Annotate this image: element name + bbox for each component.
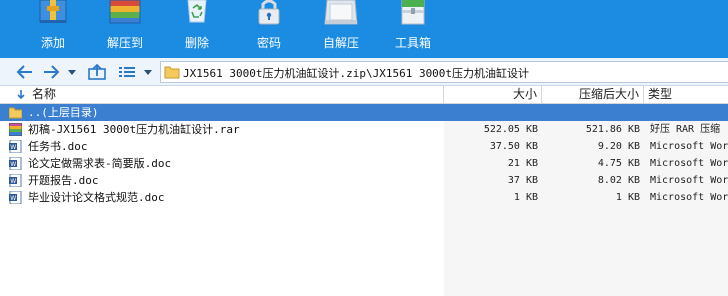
file-row[interactable]: 初稿-JX1561 3000t压力机油缸设计.rar 522.05 KB 521… [0, 121, 728, 138]
file-size [444, 104, 538, 121]
file-type: Microsoft Wor [650, 158, 728, 169]
doc-file-icon: W [9, 191, 22, 204]
recycle-bin-icon [187, 0, 207, 23]
toolbox-button[interactable]: 工具箱 [384, 0, 442, 58]
file-packed-size: 4.75 KB [597, 158, 640, 169]
file-list: ..(上层目录) 初稿-JX1561 3000t压力机油缸设计.rar 522.… [0, 104, 728, 296]
extract-archive-icon [109, 0, 141, 24]
back-arrow-icon [16, 65, 32, 79]
add-button[interactable]: 添加 [24, 0, 82, 58]
column-type-header[interactable]: 类型 [644, 86, 728, 104]
password-label: 密码 [256, 36, 281, 50]
file-size: 37.50 KB [489, 141, 538, 152]
file-type: Microsoft Wor [650, 141, 728, 152]
forward-button[interactable] [40, 62, 62, 82]
svg-text:W: W [10, 144, 16, 151]
chevron-down-icon [144, 70, 152, 75]
rar-archive-icon [9, 123, 22, 136]
back-button[interactable] [14, 62, 36, 82]
delete-button[interactable]: 删除 [168, 0, 226, 58]
doc-file-icon: W [9, 174, 22, 187]
svg-text:W: W [10, 178, 16, 185]
file-size: 21 KB [507, 158, 538, 169]
file-name: 初稿-JX1561 3000t压力机油缸设计.rar [28, 123, 240, 136]
toolbox-icon [401, 0, 425, 25]
path-field[interactable]: JX1561 3000t压力机油缸设计.zip\JX1561 3000t压力机油… [160, 61, 728, 83]
doc-file-icon: W [9, 140, 22, 153]
column-size-header[interactable]: 大小 [444, 86, 542, 104]
toolbox-label: 工具箱 [394, 36, 431, 50]
column-packed-label: 压缩后大小 [578, 87, 639, 101]
forward-arrow-icon [44, 65, 60, 79]
toolbar: 添加 解压到 删除 密码 自解压 工具箱 [0, 0, 728, 58]
sort-down-icon [17, 90, 25, 100]
up-level-button[interactable] [86, 62, 108, 82]
file-name: 论文定做需求表-简要版.doc [28, 157, 172, 170]
file-packed-size [542, 104, 640, 121]
svg-text:W: W [10, 195, 16, 202]
view-mode-dropdown[interactable] [142, 62, 154, 82]
file-size: 1 KB [513, 192, 538, 203]
self-extract-button[interactable]: 自解压 [312, 0, 370, 58]
delete-label: 删除 [184, 36, 209, 50]
parent-directory-row[interactable]: ..(上层目录) [0, 104, 728, 121]
folder-up-icon [9, 107, 22, 119]
path-text: JX1561 3000t压力机油缸设计.zip\JX1561 3000t压力机油… [183, 67, 530, 80]
file-type [650, 104, 728, 121]
file-row[interactable]: W 任务书.doc 37.50 KB 9.20 KB Microsoft Wor [0, 138, 728, 155]
self-extract-label: 自解压 [322, 36, 359, 50]
column-size-label: 大小 [512, 87, 537, 101]
column-packed-header[interactable]: 压缩后大小 [542, 86, 644, 104]
file-packed-size: 1 KB [615, 192, 640, 203]
column-name-label: 名称 [32, 87, 57, 101]
svg-text:W: W [10, 161, 16, 168]
file-name: ..(上层目录) [28, 106, 99, 119]
extract-to-label: 解压到 [106, 36, 143, 50]
file-row[interactable]: W 开题报告.doc 37 KB 8.02 KB Microsoft Wor [0, 172, 728, 189]
column-header: 名称 大小 压缩后大小 类型 [0, 86, 728, 104]
file-row[interactable]: W 论文定做需求表-简要版.doc 21 KB 4.75 KB Microsof… [0, 155, 728, 172]
file-packed-size: 521.86 KB [585, 124, 640, 135]
address-bar: JX1561 3000t压力机油缸设计.zip\JX1561 3000t压力机油… [0, 58, 728, 86]
file-packed-size: 8.02 KB [597, 175, 640, 186]
password-button[interactable]: 密码 [240, 0, 298, 58]
add-archive-icon [39, 0, 67, 23]
chevron-down-icon [68, 70, 76, 75]
file-name: 毕业设计论文格式规范.doc [28, 191, 165, 204]
history-dropdown[interactable] [66, 62, 78, 82]
file-type: Microsoft Wor [650, 192, 728, 203]
add-label: 添加 [40, 36, 65, 50]
file-size: 37 KB [507, 175, 538, 186]
list-view-icon [119, 67, 135, 77]
up-folder-icon [88, 63, 106, 80]
file-packed-size: 9.20 KB [597, 141, 640, 152]
lock-icon [258, 0, 280, 25]
file-type: 好压 RAR 压缩 [650, 124, 721, 135]
self-extract-icon [324, 0, 358, 25]
column-name-header[interactable]: 名称 [0, 86, 444, 104]
view-mode-button[interactable] [116, 62, 138, 82]
file-size: 522.05 KB [483, 124, 538, 135]
file-row[interactable]: W 毕业设计论文格式规范.doc 1 KB 1 KB Microsoft Wor [0, 189, 728, 206]
doc-file-icon: W [9, 157, 22, 170]
file-name: 任务书.doc [28, 140, 88, 153]
folder-icon [164, 66, 180, 79]
file-name: 开题报告.doc [28, 174, 99, 187]
file-type: Microsoft Wor [650, 175, 728, 186]
column-type-label: 类型 [648, 87, 673, 101]
extract-to-button[interactable]: 解压到 [96, 0, 154, 58]
